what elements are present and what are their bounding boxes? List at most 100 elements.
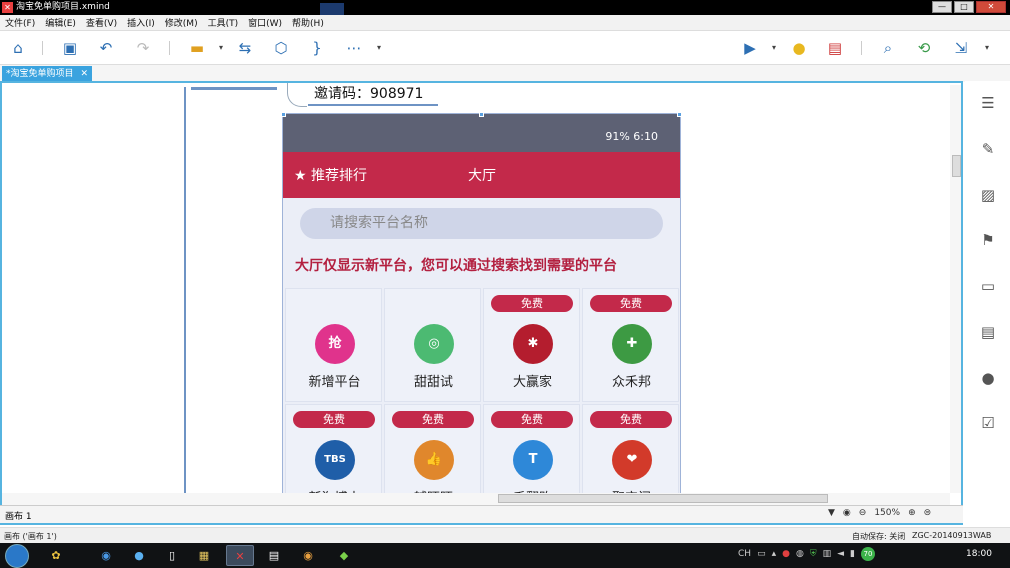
platform-tile[interactable]: 免费 T 千翻购: [483, 404, 580, 496]
sheet-tab[interactable]: 画布 1: [5, 509, 32, 522]
menu-window[interactable]: 窗口(W): [248, 16, 282, 29]
menu-insert[interactable]: 插入(I): [127, 16, 155, 29]
format-brush-icon[interactable]: ✎: [978, 139, 998, 159]
topic-icon[interactable]: ▬: [187, 38, 207, 58]
app-icon[interactable]: ✿: [42, 545, 70, 566]
ime-indicator[interactable]: CH: [738, 549, 751, 559]
summary-icon[interactable]: }: [307, 38, 327, 58]
platform-tile[interactable]: 免费 👍 辅旺旺: [384, 404, 481, 496]
wechat-tray-icon[interactable]: ◍: [796, 549, 804, 559]
relationship-icon[interactable]: ⇆: [235, 38, 255, 58]
antivirus-icon[interactable]: ●: [782, 549, 790, 559]
menu-tools[interactable]: 工具(T): [208, 16, 239, 29]
filter-icon[interactable]: ▼: [828, 508, 835, 518]
platform-tile[interactable]: ◎ 甜甜试: [384, 288, 481, 402]
platform-logo-icon: ✱: [513, 324, 553, 364]
redo-icon[interactable]: ↷: [133, 38, 153, 58]
presentation-icon[interactable]: ▶: [740, 38, 760, 58]
share-icon[interactable]: ⟲: [914, 38, 934, 58]
selection-handle[interactable]: [281, 112, 286, 117]
close-button[interactable]: ✕: [976, 1, 1006, 13]
undo-icon[interactable]: ↶: [96, 38, 116, 58]
document-icon[interactable]: ▯: [158, 545, 186, 566]
image-icon[interactable]: ▨: [978, 185, 998, 205]
platform-tile[interactable]: 免费 ❤ 聚宝阁: [582, 404, 679, 496]
vertical-scrollbar[interactable]: [950, 85, 961, 493]
maximize-button[interactable]: □: [954, 1, 974, 13]
platform-tile[interactable]: 免费 ✱ 大赢家: [483, 288, 580, 402]
clock[interactable]: 18:00: [966, 549, 992, 559]
platform-search-input[interactable]: 请搜索平台名称: [300, 208, 663, 239]
search-icon[interactable]: ⌕: [878, 38, 898, 58]
notes-icon[interactable]: ▤: [978, 322, 998, 342]
chevron-down-icon[interactable]: ▾: [216, 38, 226, 58]
qq-browser-icon[interactable]: ●: [125, 545, 153, 566]
scroll-thumb[interactable]: [952, 155, 961, 177]
tab-recommend-rank[interactable]: ★ 推荐排行: [294, 165, 367, 185]
chevron-down-icon[interactable]: ▾: [982, 38, 992, 58]
minimize-button[interactable]: —: [932, 1, 952, 13]
toolbar-separator: [42, 41, 43, 55]
gantt-icon[interactable]: ▤: [825, 38, 845, 58]
folder-icon[interactable]: ▦: [190, 545, 218, 566]
zoom-menu-icon[interactable]: ⊜: [924, 508, 932, 518]
topic-invite-code[interactable]: 邀请码：908971: [314, 83, 423, 103]
status-autosave[interactable]: 自动保存: 关闭: [852, 531, 905, 542]
menu-edit[interactable]: 编辑(E): [45, 16, 76, 29]
start-button[interactable]: [5, 544, 29, 568]
horizontal-scrollbar[interactable]: [2, 493, 950, 505]
zoom-in-icon[interactable]: ⊕: [908, 508, 916, 518]
chevron-down-icon[interactable]: ▾: [374, 38, 384, 58]
style-icon[interactable]: ▭: [978, 276, 998, 296]
platform-logo-icon: ✚: [612, 324, 652, 364]
editor-tab[interactable]: *淘宝免单购项目 ✕: [2, 66, 92, 82]
menu-file[interactable]: 文件(F): [5, 16, 35, 29]
editor-tab-label: *淘宝免单购项目: [6, 69, 74, 79]
free-badge: 免费: [293, 411, 375, 428]
hall-notice: 大厅仅显示新平台，您可以通过搜索找到需要的平台: [295, 258, 617, 274]
eye-icon[interactable]: ◉: [843, 508, 851, 518]
embedded-image[interactable]: 91% 6:10 ★ 推荐排行 大厅 请搜索平台名称 大厅仅显示新平台，您可以通…: [282, 113, 681, 497]
menu-view[interactable]: 查看(V): [86, 16, 117, 29]
selection-handle[interactable]: [677, 112, 682, 117]
more-icon[interactable]: ⋯: [344, 38, 364, 58]
recorder-icon[interactable]: ◉: [294, 545, 322, 566]
platform-tile[interactable]: 免费 ✚ 众禾邦: [582, 288, 679, 402]
arrow-up-icon[interactable]: ▴: [772, 549, 777, 559]
tray-badge[interactable]: 70: [860, 547, 875, 561]
comments-icon[interactable]: ●: [978, 368, 998, 388]
close-icon[interactable]: ✕: [80, 66, 88, 82]
task-icon[interactable]: ☑: [978, 413, 998, 433]
bulb-icon[interactable]: ●: [789, 38, 809, 58]
platform-tile[interactable]: 免费 TBS 新淘博士: [285, 404, 382, 496]
save-icon[interactable]: ▣: [60, 38, 80, 58]
xmind-taskbar-icon[interactable]: ✕: [226, 545, 254, 566]
battery-icon[interactable]: ▮: [850, 549, 855, 559]
shield-icon[interactable]: ⛨: [810, 549, 817, 559]
boundary-icon[interactable]: ⬡: [271, 38, 291, 58]
tab-hall[interactable]: 大厅: [468, 165, 496, 185]
editor-tab-row: *淘宝免单购项目 ✕: [0, 65, 1010, 82]
system-tray: CH ▭ ▴ ● ◍ ⛨ ▥ ◄ ▮ 70: [738, 547, 875, 561]
zoom-out-icon[interactable]: ⊖: [859, 508, 867, 518]
export-icon[interactable]: ⇲: [951, 38, 971, 58]
sheet-bar: 画布 1 ▼ ◉ ⊖ 150% ⊕ ⊜: [0, 505, 963, 523]
outline-icon[interactable]: ☰: [978, 93, 998, 113]
menu-modify[interactable]: 修改(M): [165, 16, 198, 29]
marker-flag-icon[interactable]: ⚑: [978, 230, 998, 250]
menu-help[interactable]: 帮助(H): [292, 16, 324, 29]
keyboard-icon[interactable]: ▭: [757, 549, 766, 559]
network-icon[interactable]: ▥: [823, 549, 832, 559]
free-badge: 免费: [491, 295, 573, 312]
word-icon[interactable]: ▤: [260, 545, 288, 566]
chrome-icon[interactable]: ◉: [92, 545, 120, 566]
wechat-icon[interactable]: ◆: [330, 545, 358, 566]
mindmap-canvas[interactable]: 邀请码：908971 91% 6:10 ★ 推荐排行 大厅 请搜索平台名称 大厅…: [0, 81, 963, 525]
scroll-thumb[interactable]: [498, 494, 828, 503]
selection-handle[interactable]: [479, 112, 484, 117]
topic-connector: [287, 83, 307, 107]
home-icon[interactable]: ⌂: [8, 38, 28, 58]
volume-icon[interactable]: ◄: [837, 549, 844, 559]
platform-tile[interactable]: 抢 新增平台: [285, 288, 382, 402]
chevron-down-icon[interactable]: ▾: [769, 38, 779, 58]
